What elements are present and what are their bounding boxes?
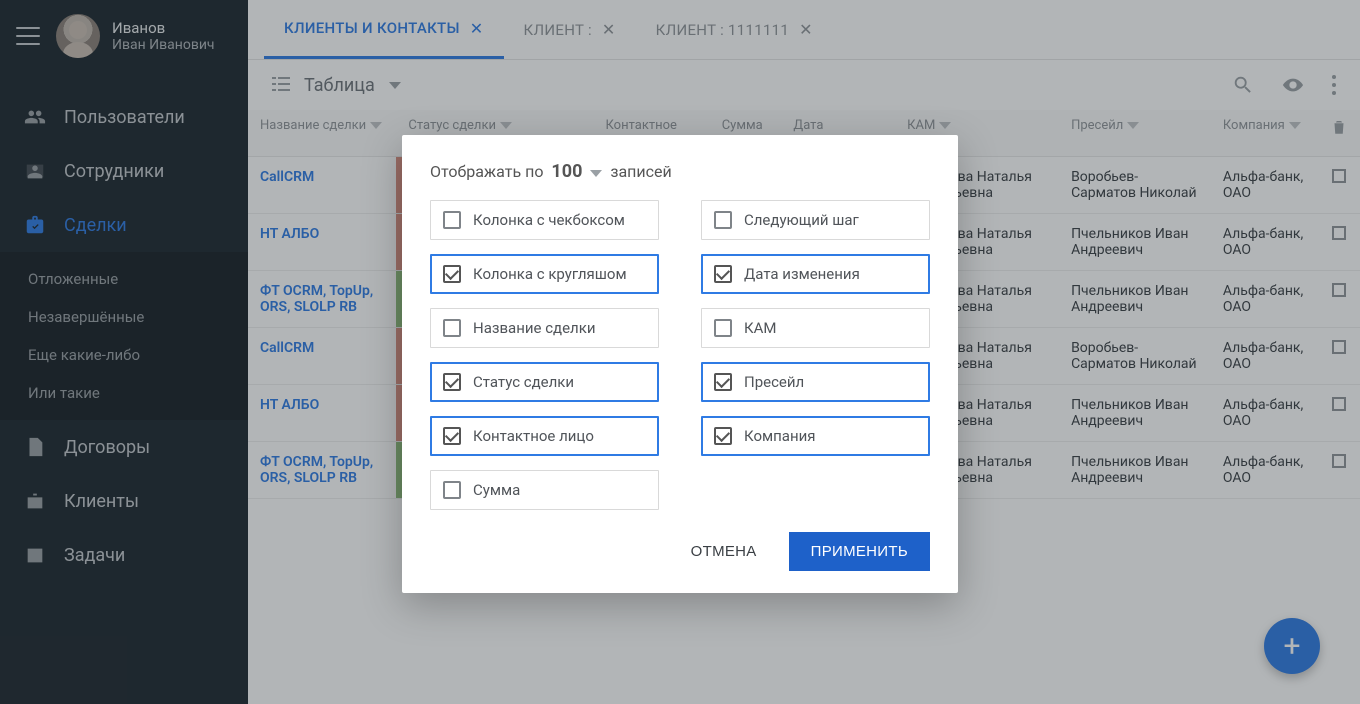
column-option-label: Колонка с чекбоксом <box>473 211 625 229</box>
checkbox-icon[interactable] <box>443 481 461 499</box>
column-option[interactable]: Пресейл <box>701 362 930 402</box>
column-option-label: Пресейл <box>744 373 804 391</box>
checkbox-icon[interactable] <box>714 427 732 445</box>
column-option[interactable]: Контактное лицо <box>430 416 659 456</box>
checkbox-icon[interactable] <box>443 373 461 391</box>
checkbox-icon[interactable] <box>714 265 732 283</box>
column-option[interactable]: Компания <box>701 416 930 456</box>
column-option-label: КАМ <box>744 319 777 337</box>
cancel-button[interactable]: ОТМЕНА <box>683 533 765 570</box>
checkbox-icon[interactable] <box>443 211 461 229</box>
checkbox-icon[interactable] <box>714 373 732 391</box>
chevron-down-icon[interactable] <box>590 170 602 177</box>
column-option[interactable]: Название сделки <box>430 308 659 348</box>
column-option[interactable]: КАМ <box>701 308 930 348</box>
checkbox-icon[interactable] <box>714 319 732 337</box>
column-option-label: Название сделки <box>473 319 596 337</box>
column-option[interactable]: Колонка с чекбоксом <box>430 200 659 240</box>
apply-button[interactable]: ПРИМЕНИТЬ <box>789 532 930 571</box>
column-option-label: Колонка с кругляшом <box>473 265 627 283</box>
column-option[interactable]: Сумма <box>430 470 659 510</box>
column-option[interactable]: Следующий шаг <box>701 200 930 240</box>
column-option-label: Контактное лицо <box>473 427 594 445</box>
column-option-label: Следующий шаг <box>744 211 859 229</box>
modal-overlay[interactable]: Отображать по 100 записей Колонка с чекб… <box>0 0 1360 704</box>
records-count[interactable]: 100 <box>551 161 582 182</box>
modal-title-row: Отображать по 100 записей <box>430 161 930 182</box>
checkbox-icon[interactable] <box>443 427 461 445</box>
modal-suffix: записей <box>610 162 671 181</box>
checkbox-icon[interactable] <box>443 265 461 283</box>
column-option-label: Компания <box>744 427 815 445</box>
column-option[interactable]: Колонка с кругляшом <box>430 254 659 294</box>
column-option-label: Сумма <box>473 481 520 499</box>
checkbox-icon[interactable] <box>443 319 461 337</box>
modal-prefix: Отображать по <box>430 162 543 181</box>
columns-grid: Колонка с чекбоксом Следующий шаг Колонка … <box>430 200 930 510</box>
column-option[interactable]: Статус сделки <box>430 362 659 402</box>
column-option-label: Статус сделки <box>473 373 574 391</box>
column-option[interactable]: Дата изменения <box>701 254 930 294</box>
column-option-label: Дата изменения <box>744 265 860 283</box>
modal-actions: ОТМЕНА ПРИМЕНИТЬ <box>430 532 930 571</box>
columns-modal: Отображать по 100 записей Колонка с чекб… <box>402 135 958 593</box>
checkbox-icon[interactable] <box>714 211 732 229</box>
